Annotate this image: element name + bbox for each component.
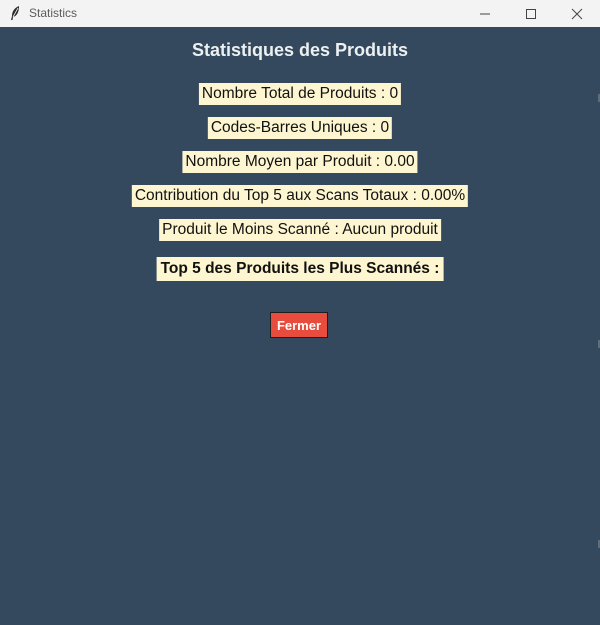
top5-heading-label: Top 5 des Produits les Plus Scannés : <box>156 257 444 281</box>
total-products-label: Nombre Total de Produits : 0 <box>198 83 402 105</box>
page-title: Statistiques des Produits <box>191 40 409 60</box>
fermer-button[interactable]: Fermer <box>270 312 328 338</box>
maximize-button[interactable] <box>508 0 554 27</box>
maximize-icon <box>526 8 536 19</box>
close-window-button[interactable] <box>554 0 600 27</box>
least-scanned-label: Produit le Moins Scanné : Aucun produit <box>159 219 441 241</box>
feather-icon <box>8 5 22 21</box>
minimize-icon <box>480 13 490 14</box>
close-icon <box>571 8 583 19</box>
content-area: Statistiques des Produits Nombre Total d… <box>0 27 600 625</box>
top5-contribution-label: Contribution du Top 5 aux Scans Totaux :… <box>131 185 469 207</box>
average-per-product-label: Nombre Moyen par Produit : 0.00 <box>182 151 418 173</box>
title-bar[interactable]: Statistics <box>0 0 600 27</box>
unique-barcodes-label: Codes-Barres Uniques : 0 <box>207 117 393 139</box>
statistics-window: Statistics Statistiques des Produits Nom… <box>0 0 600 625</box>
window-title: Statistics <box>29 6 78 20</box>
minimize-button[interactable] <box>462 0 508 27</box>
